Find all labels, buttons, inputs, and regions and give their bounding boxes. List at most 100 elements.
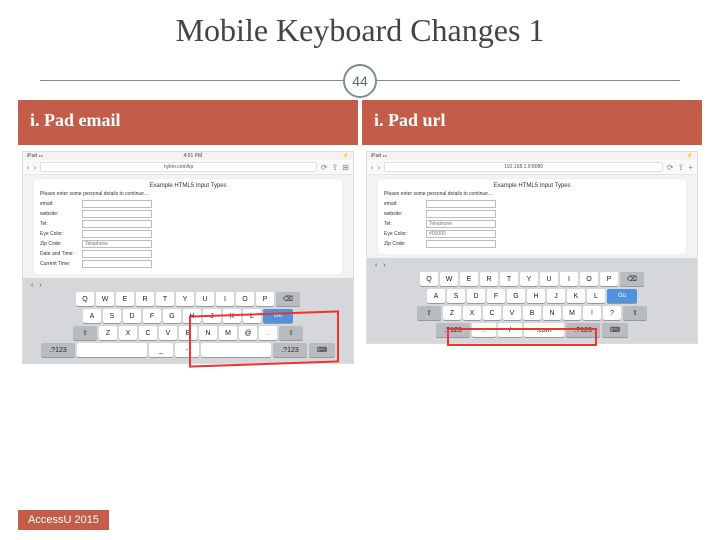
key-h[interactable]: H: [183, 309, 201, 323]
key-a[interactable]: A: [83, 309, 101, 323]
key-.?123[interactable]: .?123: [273, 343, 307, 357]
key-l[interactable]: L: [243, 309, 261, 323]
key-d[interactable]: D: [123, 309, 141, 323]
key-o[interactable]: O: [236, 292, 254, 306]
key-d[interactable]: D: [467, 289, 485, 303]
key-_[interactable]: _: [149, 343, 173, 357]
key-.[interactable]: .: [259, 326, 277, 340]
key-![interactable]: !: [583, 306, 601, 320]
key[interactable]: [201, 343, 271, 357]
form-input[interactable]: [82, 230, 152, 238]
key-x[interactable]: X: [463, 306, 481, 320]
form-input[interactable]: [426, 240, 496, 248]
key-x[interactable]: X: [119, 326, 137, 340]
key-t[interactable]: T: [500, 272, 518, 286]
key-j[interactable]: J: [547, 289, 565, 303]
key-b[interactable]: B: [523, 306, 541, 320]
key--[interactable]: -: [175, 343, 199, 357]
key-@[interactable]: @: [239, 326, 257, 340]
key-e[interactable]: E: [116, 292, 134, 306]
form-input[interactable]: [82, 200, 152, 208]
key-y[interactable]: Y: [176, 292, 194, 306]
key-q[interactable]: Q: [420, 272, 438, 286]
kb-prev-icon[interactable]: ‹: [31, 282, 33, 289]
key-.[interactable]: .: [472, 323, 496, 337]
key-y[interactable]: Y: [520, 272, 538, 286]
form-input[interactable]: [82, 220, 152, 228]
key-m[interactable]: M: [219, 326, 237, 340]
key-mod bksp[interactable]: [620, 272, 644, 286]
key-.?123[interactable]: .?123: [436, 323, 470, 337]
key-i[interactable]: I: [216, 292, 234, 306]
key-mod shift[interactable]: [623, 306, 647, 320]
key-mod dismiss[interactable]: [309, 343, 335, 357]
key-.?123[interactable]: .?123: [566, 323, 600, 337]
key-t[interactable]: T: [156, 292, 174, 306]
key-r[interactable]: R: [136, 292, 154, 306]
key-mod bksp[interactable]: [276, 292, 300, 306]
form-input[interactable]: [82, 260, 152, 268]
key-mod shift[interactable]: [73, 326, 97, 340]
key-p[interactable]: P: [600, 272, 618, 286]
back-icon[interactable]: ‹: [27, 163, 30, 172]
key-l[interactable]: L: [587, 289, 605, 303]
key-/[interactable]: /: [498, 323, 522, 337]
key-n[interactable]: N: [543, 306, 561, 320]
key-?[interactable]: ?: [603, 306, 621, 320]
address-bar[interactable]: 192.168.1.9:8080: [384, 162, 663, 172]
key-h[interactable]: H: [527, 289, 545, 303]
form-input[interactable]: Telephone: [426, 220, 496, 228]
address-bar[interactable]: nylon.com/kp: [40, 162, 317, 172]
form-input[interactable]: [426, 200, 496, 208]
tabs-icon[interactable]: ⊞: [342, 163, 349, 172]
key-go[interactable]: Go: [607, 289, 637, 303]
key-q[interactable]: Q: [76, 292, 94, 306]
key-mod shift[interactable]: [417, 306, 441, 320]
reload-icon[interactable]: ⟳: [321, 163, 328, 172]
key-e[interactable]: E: [460, 272, 478, 286]
key-m[interactable]: M: [563, 306, 581, 320]
key-v[interactable]: V: [159, 326, 177, 340]
key-k[interactable]: K: [223, 309, 241, 323]
key-g[interactable]: G: [507, 289, 525, 303]
key-z[interactable]: Z: [99, 326, 117, 340]
key-i[interactable]: I: [560, 272, 578, 286]
key-.?123[interactable]: .?123: [41, 343, 75, 357]
key-g[interactable]: G: [163, 309, 181, 323]
key-mod shift[interactable]: [279, 326, 303, 340]
kb-prev-icon[interactable]: ‹: [375, 262, 377, 269]
key-a[interactable]: A: [427, 289, 445, 303]
key-go[interactable]: Go: [263, 309, 293, 323]
key-.com[interactable]: .com: [524, 323, 564, 337]
key-j[interactable]: J: [203, 309, 221, 323]
forward-icon[interactable]: ›: [378, 163, 381, 172]
key-p[interactable]: P: [256, 292, 274, 306]
key-c[interactable]: C: [483, 306, 501, 320]
back-icon[interactable]: ‹: [371, 163, 374, 172]
key-z[interactable]: Z: [443, 306, 461, 320]
key-k[interactable]: K: [567, 289, 585, 303]
key-u[interactable]: U: [196, 292, 214, 306]
key-n[interactable]: N: [199, 326, 217, 340]
key-f[interactable]: F: [143, 309, 161, 323]
share-icon[interactable]: ⇪: [332, 163, 339, 172]
key-mod dismiss[interactable]: [602, 323, 628, 337]
form-input[interactable]: [426, 210, 496, 218]
form-input[interactable]: #00000: [426, 230, 496, 238]
key-o[interactable]: O: [580, 272, 598, 286]
tabs-icon[interactable]: +: [688, 163, 693, 172]
key-r[interactable]: R: [480, 272, 498, 286]
key-f[interactable]: F: [487, 289, 505, 303]
key-c[interactable]: C: [139, 326, 157, 340]
form-input[interactable]: [82, 250, 152, 258]
kb-next-icon[interactable]: ›: [383, 262, 385, 269]
form-input[interactable]: [82, 210, 152, 218]
share-icon[interactable]: ⇪: [678, 163, 685, 172]
key[interactable]: [77, 343, 147, 357]
reload-icon[interactable]: ⟳: [667, 163, 674, 172]
kb-next-icon[interactable]: ›: [39, 282, 41, 289]
key-w[interactable]: W: [96, 292, 114, 306]
key-w[interactable]: W: [440, 272, 458, 286]
key-s[interactable]: S: [447, 289, 465, 303]
form-input[interactable]: Telephone: [82, 240, 152, 248]
